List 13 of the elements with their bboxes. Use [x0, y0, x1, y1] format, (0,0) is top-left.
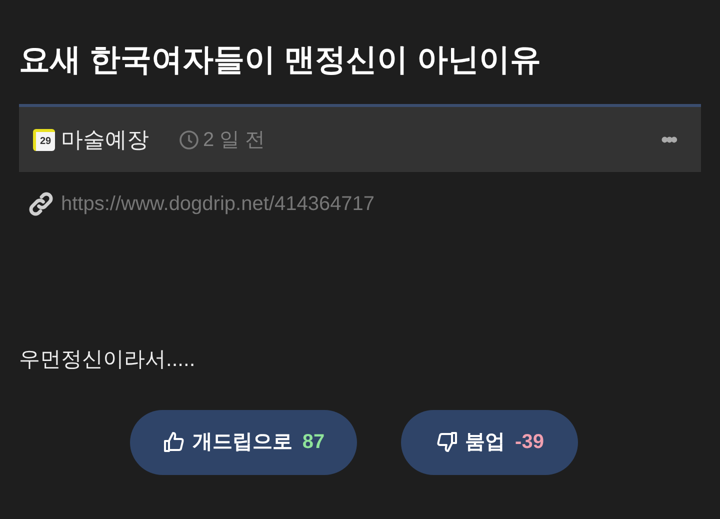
post-link[interactable]: https://www.dogdrip.net/414364717: [61, 189, 375, 219]
post-time: 2 일 전: [203, 128, 266, 152]
thumbs-down-icon: [435, 430, 460, 454]
thumbs-up-icon: [162, 430, 186, 454]
level-badge: 29: [33, 128, 55, 150]
author-name[interactable]: 마술예장: [61, 123, 149, 156]
post-title: 요새 한국여자들이 맨정신이 아닌이유: [19, 41, 542, 79]
upvote-button[interactable]: 개드립으로 87: [130, 410, 357, 474]
more-button[interactable]: •••: [660, 123, 675, 156]
post-body: 우먼정신이라서.....: [19, 347, 196, 373]
downvote-button[interactable]: 붐업 -39: [401, 410, 578, 474]
clock-icon: [179, 130, 199, 150]
link-icon: [28, 191, 54, 217]
